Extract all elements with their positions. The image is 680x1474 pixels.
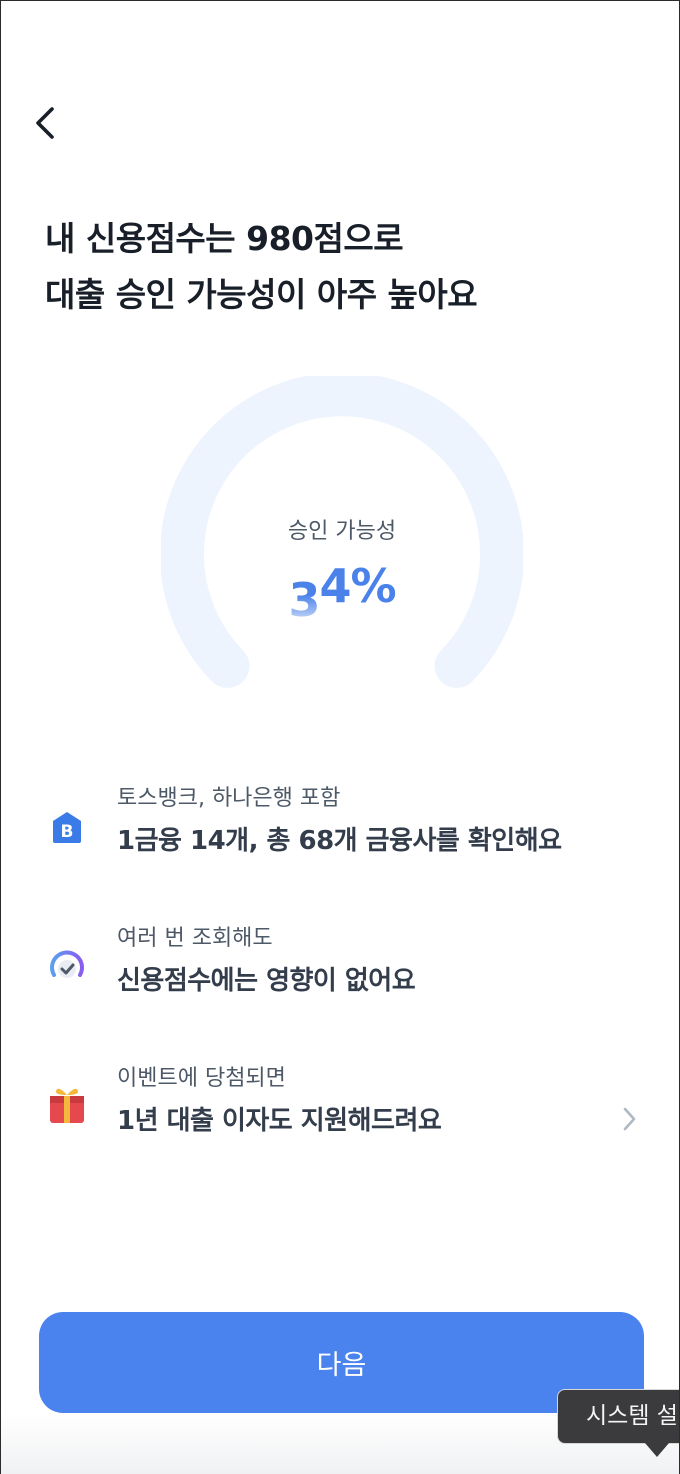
gauge-check-icon xyxy=(45,943,89,987)
info-sub-text: 여러 번 조회해도 xyxy=(117,926,273,951)
chevron-left-icon xyxy=(36,107,54,139)
gauge-label: 승인 가능성 xyxy=(287,519,397,544)
gauge-value: 34% xyxy=(161,559,523,627)
info-sub-text: 토스뱅크, 하나은행 포함 xyxy=(117,786,341,811)
next-button[interactable]: 다음 xyxy=(39,1312,644,1413)
svg-text:B: B xyxy=(61,822,74,842)
system-tooltip: 시스템 설 xyxy=(557,1389,679,1444)
bank-building-icon: B xyxy=(45,805,89,849)
title-line-2: 대출 승인 가능성이 아주 높아요 xyxy=(45,275,478,314)
info-main-text: 1년 대출 이자도 지원해드려요 xyxy=(117,1106,442,1136)
info-item-no-impact: 여러 번 조회해도 신용점수에는 영향이 없어요 xyxy=(1,923,679,1019)
back-button[interactable] xyxy=(23,97,67,149)
page-title: 내 신용점수는 980점으로 대출 승인 가능성이 아주 높아요 xyxy=(45,211,478,323)
gift-icon xyxy=(45,1083,89,1127)
title-line-1: 내 신용점수는 980점으로 xyxy=(45,219,404,258)
gauge-value-text: 4% xyxy=(319,559,396,613)
gauge-value-rolling-digit: 3 xyxy=(288,573,320,627)
info-item-event[interactable]: 이벤트에 당첨되면 1년 대출 이자도 지원해드려요 xyxy=(1,1063,679,1159)
app-screen: 내 신용점수는 980점으로 대출 승인 가능성이 아주 높아요 승인 가능성 … xyxy=(0,0,680,1474)
chevron-right-icon xyxy=(623,1107,636,1131)
info-main-text: 신용점수에는 영향이 없어요 xyxy=(117,966,416,996)
info-main-text: 1금융 14개, 총 68개 금융사를 확인해요 xyxy=(117,826,562,856)
tooltip-tail xyxy=(645,1443,669,1457)
info-item-banks: B 토스뱅크, 하나은행 포함 1금융 14개, 총 68개 금융사를 확인해요 xyxy=(1,783,679,879)
info-sub-text: 이벤트에 당첨되면 xyxy=(117,1066,286,1091)
